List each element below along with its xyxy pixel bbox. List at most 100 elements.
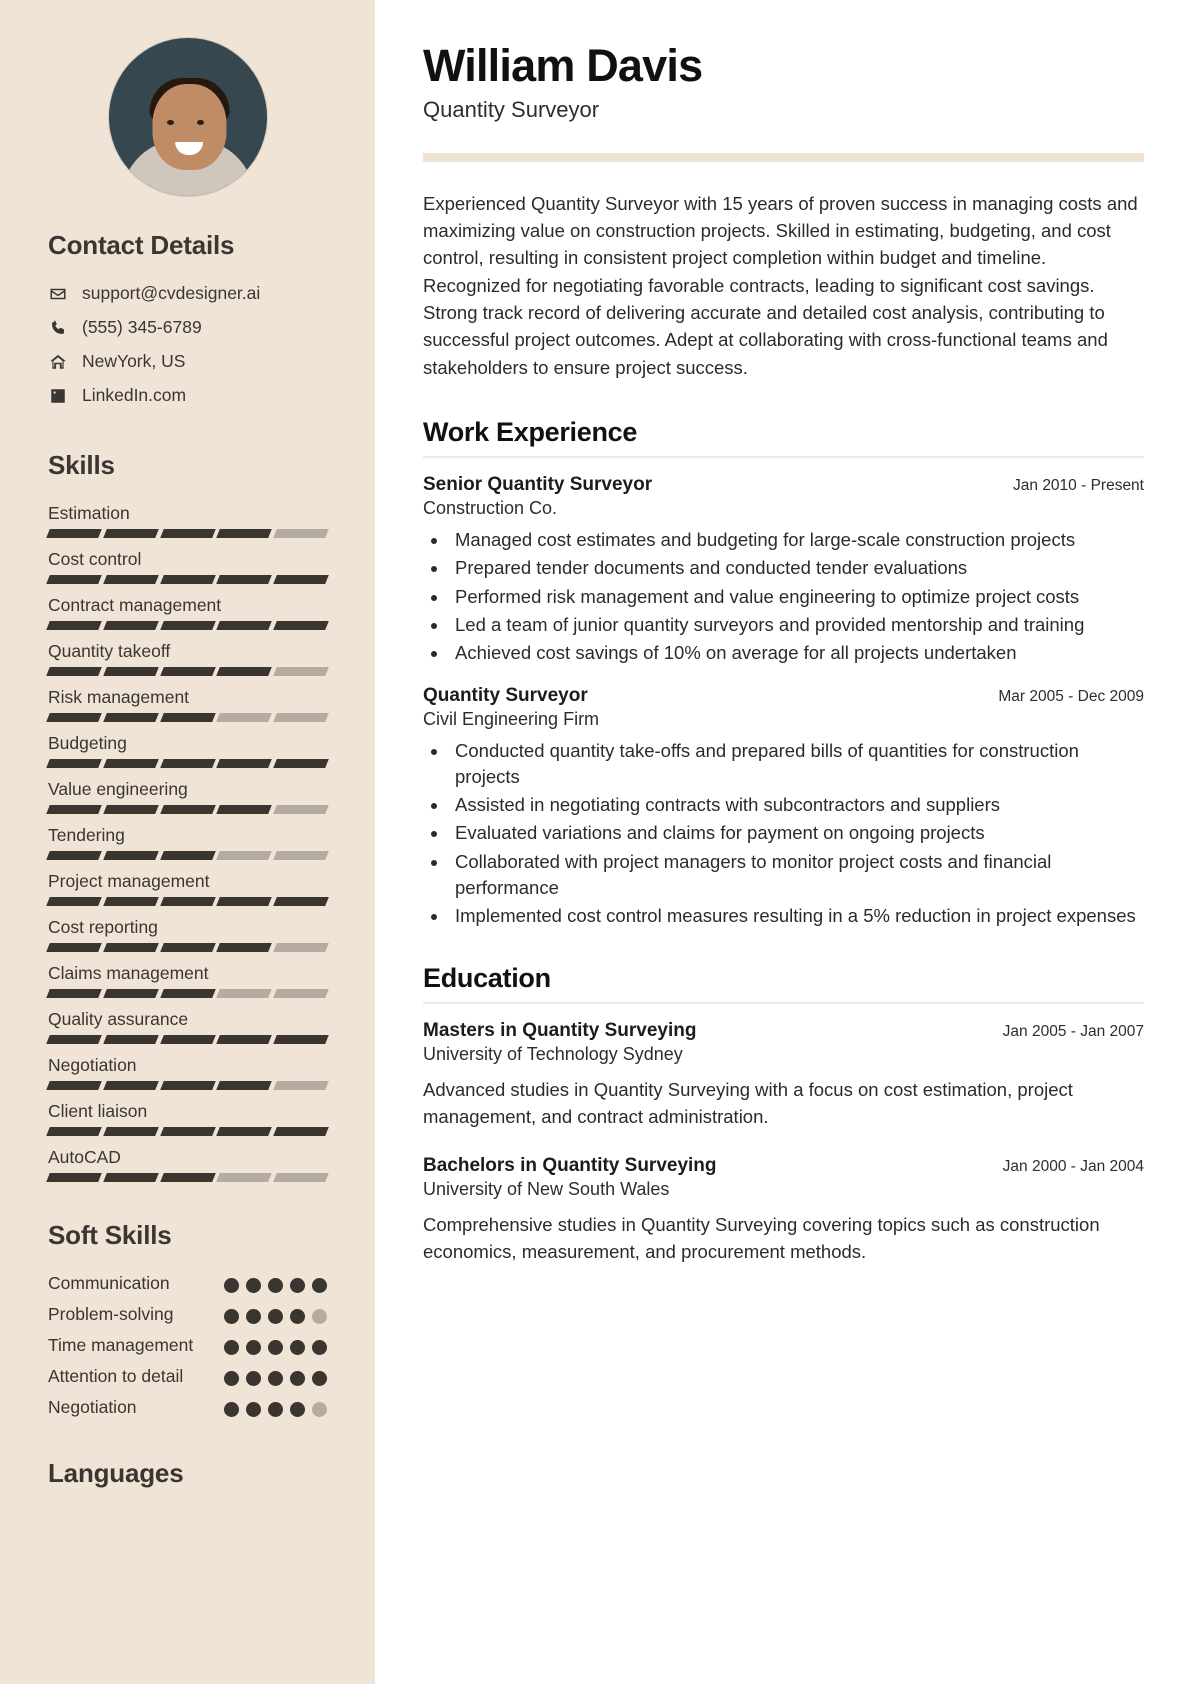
- bullet-item: Performed risk management and value engi…: [449, 584, 1144, 610]
- skill-segment: [46, 1081, 102, 1090]
- skill-segment: [273, 667, 329, 676]
- skill-segment: [216, 1173, 273, 1182]
- skill-segment: [216, 713, 273, 722]
- education-date: Jan 2000 - Jan 2004: [1002, 1158, 1144, 1176]
- soft-skills-list: Communication Problem-solving Time managem…: [48, 1273, 327, 1418]
- work-entry-date: Jan 2010 - Present: [1013, 477, 1144, 495]
- skill-segment: [159, 1081, 216, 1090]
- resume-page: Contact Details support@cvdesigner.ai (55…: [0, 0, 1200, 1684]
- phone-icon: [48, 319, 68, 337]
- education-section: Education Masters in Quantity Surveying J…: [423, 963, 1144, 1265]
- rating-dot: [246, 1339, 261, 1355]
- skill-row: Project management: [46, 871, 329, 906]
- skill-segment: [159, 1127, 216, 1136]
- skill-segment: [273, 621, 329, 630]
- skill-segment: [102, 851, 159, 860]
- rating-dot: [268, 1308, 283, 1324]
- soft-skill-rating: [224, 1304, 327, 1324]
- rating-dot: [290, 1339, 305, 1355]
- contact-list: support@cvdesigner.ai (555) 345-6789 NewYo…: [48, 283, 327, 406]
- skill-segment: [159, 897, 216, 906]
- skill-name: Cost reporting: [48, 917, 158, 937]
- skill-segment: [46, 1173, 102, 1182]
- education-entry: Bachelors in Quantity Surveying Jan 2000 …: [423, 1155, 1144, 1266]
- skill-segment: [102, 1127, 159, 1136]
- bullet-item: Achieved cost savings of 10% on average …: [449, 640, 1144, 666]
- contact-row[interactable]: NewYork, US: [48, 351, 327, 372]
- skill-segment: [46, 575, 102, 584]
- contact-value: LinkedIn.com: [82, 385, 187, 405]
- skill-segment: [159, 943, 216, 952]
- work-entry-bullets: Conducted quantity take-offs and prepare…: [449, 738, 1144, 930]
- skill-segment: [102, 1173, 159, 1182]
- skill-segment: [102, 1035, 159, 1044]
- rating-dot: [246, 1308, 261, 1324]
- skill-segment: [216, 759, 273, 768]
- skill-segment: [273, 1173, 329, 1182]
- skill-segment: [216, 1081, 273, 1090]
- rating-dot: [312, 1401, 327, 1417]
- skill-segment: [102, 943, 159, 952]
- skill-name: Estimation: [48, 503, 130, 523]
- bullet-item: Managed cost estimates and budgeting for…: [449, 527, 1144, 553]
- skill-level-bar: [46, 943, 329, 952]
- skill-segment: [102, 713, 159, 722]
- contact-row[interactable]: support@cvdesigner.ai: [48, 283, 327, 304]
- rating-dot: [246, 1370, 261, 1386]
- rating-dot: [224, 1308, 239, 1324]
- skill-segment: [46, 1127, 102, 1136]
- skill-row: Claims management: [46, 963, 329, 998]
- skill-name: Cost control: [48, 549, 142, 569]
- header-divider: [423, 152, 1144, 162]
- work-entry: Quantity Surveyor Mar 2005 - Dec 2009 Civi…: [423, 685, 1144, 930]
- skill-segment: [159, 667, 216, 676]
- skill-segment: [46, 713, 102, 722]
- skill-segment: [46, 621, 102, 630]
- education-section-divider: [423, 1002, 1144, 1005]
- skill-segment: [102, 1081, 159, 1090]
- skill-row: Estimation: [46, 503, 329, 538]
- skill-segment: [159, 1035, 216, 1044]
- work-entry-date: Mar 2005 - Dec 2009: [998, 687, 1144, 705]
- skill-segment: [46, 943, 102, 952]
- languages-heading: Languages: [48, 1458, 184, 1489]
- skill-segment: [216, 989, 273, 998]
- contact-row[interactable]: (555) 345-6789: [48, 317, 327, 338]
- professional-summary: Experienced Quantity Surveyor with 15 ye…: [423, 192, 1138, 378]
- skill-segment: [102, 989, 159, 998]
- skill-level-bar: [46, 805, 329, 814]
- work-entry-role: Quantity Surveyor: [423, 684, 588, 706]
- skill-row: Cost reporting: [46, 917, 329, 952]
- rating-dot: [312, 1308, 327, 1324]
- skill-row: Contract management: [46, 595, 329, 630]
- soft-skill-rating: [224, 1366, 327, 1386]
- skill-segment: [216, 621, 273, 630]
- skill-segment: [46, 1035, 102, 1044]
- skill-name: Negotiation: [48, 1055, 137, 1075]
- rating-dot: [224, 1278, 239, 1293]
- soft-skill-name: Problem-solving: [48, 1303, 174, 1324]
- home-icon: [48, 353, 68, 371]
- work-entry-header: Quantity Surveyor Mar 2005 - Dec 2009: [423, 685, 1144, 707]
- skill-segment: [46, 897, 102, 906]
- education-title: Education: [423, 963, 551, 994]
- skills-list: Estimation Cost control Contract managemen…: [46, 503, 329, 1182]
- skill-segment: [159, 713, 216, 722]
- skill-segment: [102, 575, 159, 584]
- education-school: University of Technology Sydney: [423, 1044, 683, 1065]
- rating-dot: [290, 1278, 305, 1293]
- bullet-item: Collaborated with project managers to mo…: [449, 849, 1144, 902]
- skill-segment: [159, 575, 216, 584]
- skill-segment: [216, 943, 273, 952]
- skill-segment: [46, 759, 102, 768]
- skill-segment: [159, 805, 216, 814]
- skill-level-bar: [46, 667, 329, 676]
- rating-dot: [224, 1401, 239, 1417]
- contact-row[interactable]: LinkedIn.com: [48, 385, 327, 406]
- soft-skill-row: Attention to detail: [48, 1366, 327, 1388]
- rating-dot: [268, 1339, 283, 1355]
- skill-name: Client liaison: [48, 1101, 148, 1121]
- skill-row: Tendering: [46, 825, 329, 860]
- soft-skill-row: Time management: [48, 1335, 327, 1357]
- soft-skill-name: Negotiation: [48, 1396, 137, 1417]
